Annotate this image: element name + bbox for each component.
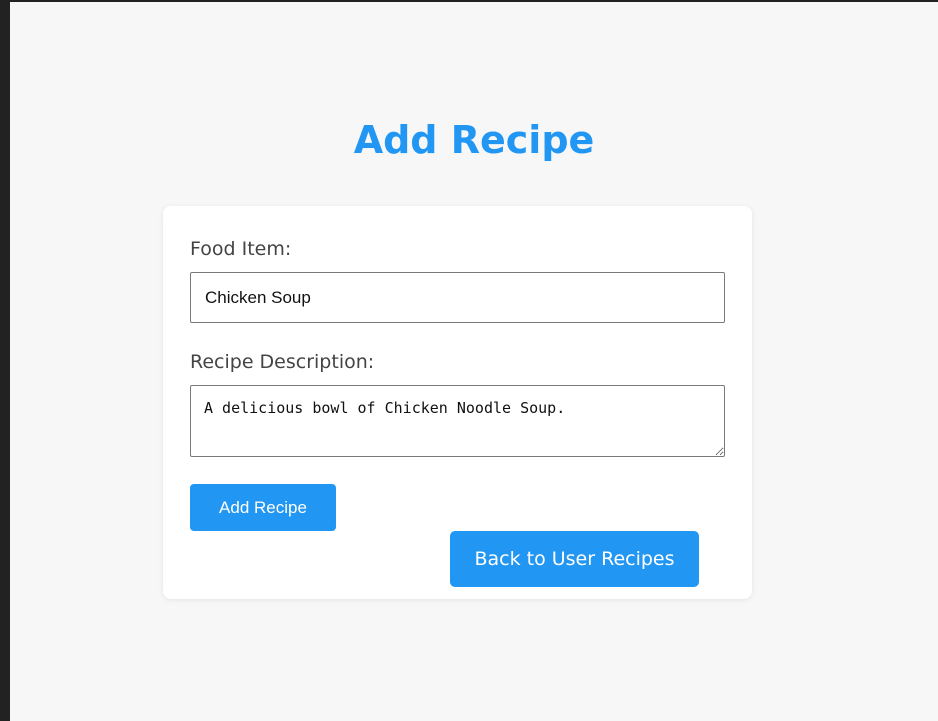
- page-viewport: Add Recipe Food Item: Recipe Description…: [10, 2, 938, 721]
- page-title: Add Recipe: [353, 118, 595, 162]
- back-to-user-recipes-button[interactable]: Back to User Recipes: [450, 531, 699, 587]
- add-recipe-button[interactable]: Add Recipe: [190, 484, 336, 531]
- food-item-input[interactable]: [190, 272, 725, 323]
- recipe-form-card: Food Item: Recipe Description: A delicio…: [163, 206, 752, 599]
- recipe-description-textarea[interactable]: A delicious bowl of Chicken Noodle Soup.: [190, 385, 725, 457]
- food-item-label: Food Item:: [190, 238, 292, 260]
- recipe-description-label: Recipe Description:: [190, 351, 375, 373]
